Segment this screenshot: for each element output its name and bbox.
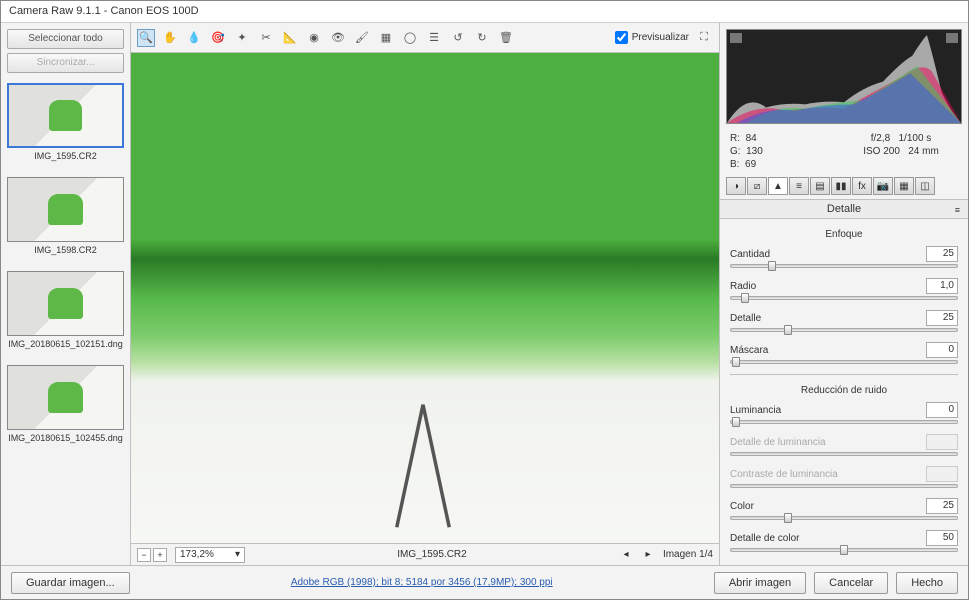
save-image-button[interactable]: Guardar imagen...: [11, 572, 130, 594]
red-eye-icon[interactable]: 👁: [329, 29, 347, 47]
slider-det-color: Detalle de color 50: [730, 530, 958, 552]
detalle-value[interactable]: 25: [926, 310, 958, 326]
tab-fx-icon[interactable]: fx: [852, 177, 872, 195]
white-balance-icon[interactable]: 💧: [185, 29, 203, 47]
detail-panel: Enfoque Cantidad 25 Radio 1,0: [720, 219, 968, 565]
main-area: Seleccionar todo Sincronizar... IMG_1595…: [1, 23, 968, 565]
histogram[interactable]: [726, 29, 962, 124]
panel-title: Detalle ≡: [720, 199, 968, 219]
tab-curve-icon[interactable]: ⧄: [747, 177, 767, 195]
thumbnail[interactable]: IMG_20180615_102455.dng: [7, 365, 124, 449]
image-counter: Imagen 1/4: [663, 549, 713, 560]
panel-menu-icon[interactable]: ≡: [955, 205, 960, 215]
cantidad-value[interactable]: 25: [926, 246, 958, 262]
con-lum-value: [926, 466, 958, 482]
tab-basic-icon[interactable]: ◑: [726, 177, 746, 195]
det-lum-slider: [730, 452, 958, 456]
tab-snapshot-icon[interactable]: ◫: [915, 177, 935, 195]
slider-con-lum: Contraste de luminancia: [730, 466, 958, 488]
det-color-slider[interactable]: [730, 548, 958, 552]
tab-detail-icon[interactable]: ▲: [768, 177, 788, 195]
fullscreen-icon[interactable]: ⛶: [695, 29, 713, 47]
thumbnail-label: IMG_20180615_102455.dng: [7, 430, 124, 449]
straighten-icon[interactable]: 📐: [281, 29, 299, 47]
status-filename: IMG_1595.CR2: [253, 549, 611, 560]
mascara-value[interactable]: 0: [926, 342, 958, 358]
toolbar: 🔍 ✋ 💧 🎯 ✦ ✂ 📐 ◉ 👁 🖌 ▦ ◯ ☰ ↺ ↻ 🗑 Pr: [131, 23, 719, 53]
color-sampler-icon[interactable]: 🎯: [209, 29, 227, 47]
preview-checkbox[interactable]: Previsualizar: [615, 31, 689, 44]
crop-tool-icon[interactable]: ✂: [257, 29, 275, 47]
info-readout: R: 84 G: 130 B: 69 f/2,8 1/100 s ISO 200…: [720, 130, 968, 177]
zoom-level-dropdown[interactable]: 173,2%▾: [175, 547, 245, 563]
rotate-ccw-icon[interactable]: ↺: [449, 29, 467, 47]
panel-tabs: ◑ ⧄ ▲ ≡ ▤ ▮▮ fx 📷 ▦ ◫: [720, 177, 968, 199]
thumbnail[interactable]: IMG_1595.CR2: [7, 83, 124, 167]
detalle-slider[interactable]: [730, 328, 958, 332]
thumbnail[interactable]: IMG_20180615_102151.dng: [7, 271, 124, 355]
tab-camera-icon[interactable]: 📷: [873, 177, 893, 195]
slider-det-lum: Detalle de luminancia: [730, 434, 958, 456]
radio-slider[interactable]: [730, 296, 958, 300]
adjustment-brush-icon[interactable]: 🖌: [353, 29, 371, 47]
zoom-out-icon[interactable]: −: [137, 548, 151, 562]
enfoque-title: Enfoque: [730, 225, 958, 246]
trash-icon[interactable]: 🗑: [497, 29, 515, 47]
zoom-tool-icon[interactable]: 🔍: [137, 29, 155, 47]
det-color-value[interactable]: 50: [926, 530, 958, 546]
preview-check-input[interactable]: [615, 31, 628, 44]
color-value[interactable]: 25: [926, 498, 958, 514]
color-slider[interactable]: [730, 516, 958, 520]
image-preview[interactable]: [131, 53, 719, 543]
spot-removal-icon[interactable]: ◉: [305, 29, 323, 47]
mascara-slider[interactable]: [730, 360, 958, 364]
slider-radio: Radio 1,0: [730, 278, 958, 300]
thumbnail[interactable]: IMG_1598.CR2: [7, 177, 124, 261]
slider-cantidad: Cantidad 25: [730, 246, 958, 268]
zoom-in-icon[interactable]: +: [153, 548, 167, 562]
slider-detalle: Detalle 25: [730, 310, 958, 332]
tab-presets-icon[interactable]: ▦: [894, 177, 914, 195]
preferences-icon[interactable]: ☰: [425, 29, 443, 47]
radial-filter-icon[interactable]: ◯: [401, 29, 419, 47]
luminancia-value[interactable]: 0: [926, 402, 958, 418]
window-title: Camera Raw 9.1.1 - Canon EOS 100D: [1, 1, 968, 23]
done-button[interactable]: Hecho: [896, 572, 958, 594]
prev-image-icon[interactable]: ◂: [619, 549, 633, 560]
open-image-button[interactable]: Abrir imagen: [714, 572, 806, 594]
sync-button[interactable]: Sincronizar...: [7, 53, 124, 73]
con-lum-slider: [730, 484, 958, 488]
footer: Guardar imagen... Adobe RGB (1998); bit …: [1, 565, 968, 599]
slider-color: Color 25: [730, 498, 958, 520]
right-panel: R: 84 G: 130 B: 69 f/2,8 1/100 s ISO 200…: [720, 23, 968, 565]
filmstrip-panel: Seleccionar todo Sincronizar... IMG_1595…: [1, 23, 131, 565]
radio-value[interactable]: 1,0: [926, 278, 958, 294]
cancel-button[interactable]: Cancelar: [814, 572, 888, 594]
camera-raw-window: Camera Raw 9.1.1 - Canon EOS 100D Selecc…: [0, 0, 969, 600]
slider-luminancia: Luminancia 0: [730, 402, 958, 424]
tab-split-icon[interactable]: ▤: [810, 177, 830, 195]
hand-tool-icon[interactable]: ✋: [161, 29, 179, 47]
luminancia-slider[interactable]: [730, 420, 958, 424]
thumbnail-label: IMG_1595.CR2: [7, 148, 124, 167]
select-all-button[interactable]: Seleccionar todo: [7, 29, 124, 49]
rotate-cw-icon[interactable]: ↻: [473, 29, 491, 47]
tab-lens-icon[interactable]: ▮▮: [831, 177, 851, 195]
cantidad-slider[interactable]: [730, 264, 958, 268]
graduated-filter-icon[interactable]: ▦: [377, 29, 395, 47]
slider-mascara: Máscara 0: [730, 342, 958, 364]
ruido-title: Reducción de ruido: [730, 381, 958, 402]
det-lum-value: [926, 434, 958, 450]
thumbnail-label: IMG_1598.CR2: [7, 242, 124, 261]
thumbnail-label: IMG_20180615_102151.dng: [7, 336, 124, 355]
status-bar: − + 173,2%▾ IMG_1595.CR2 ◂ ▸ Imagen 1/4: [131, 543, 719, 565]
center-panel: 🔍 ✋ 💧 🎯 ✦ ✂ 📐 ◉ 👁 🖌 ▦ ◯ ☰ ↺ ↻ 🗑 Pr: [131, 23, 720, 565]
tab-hsl-icon[interactable]: ≡: [789, 177, 809, 195]
target-adjust-icon[interactable]: ✦: [233, 29, 251, 47]
workflow-link[interactable]: Adobe RGB (1998); bit 8; 5184 por 3456 (…: [291, 577, 553, 588]
next-image-icon[interactable]: ▸: [641, 549, 655, 560]
